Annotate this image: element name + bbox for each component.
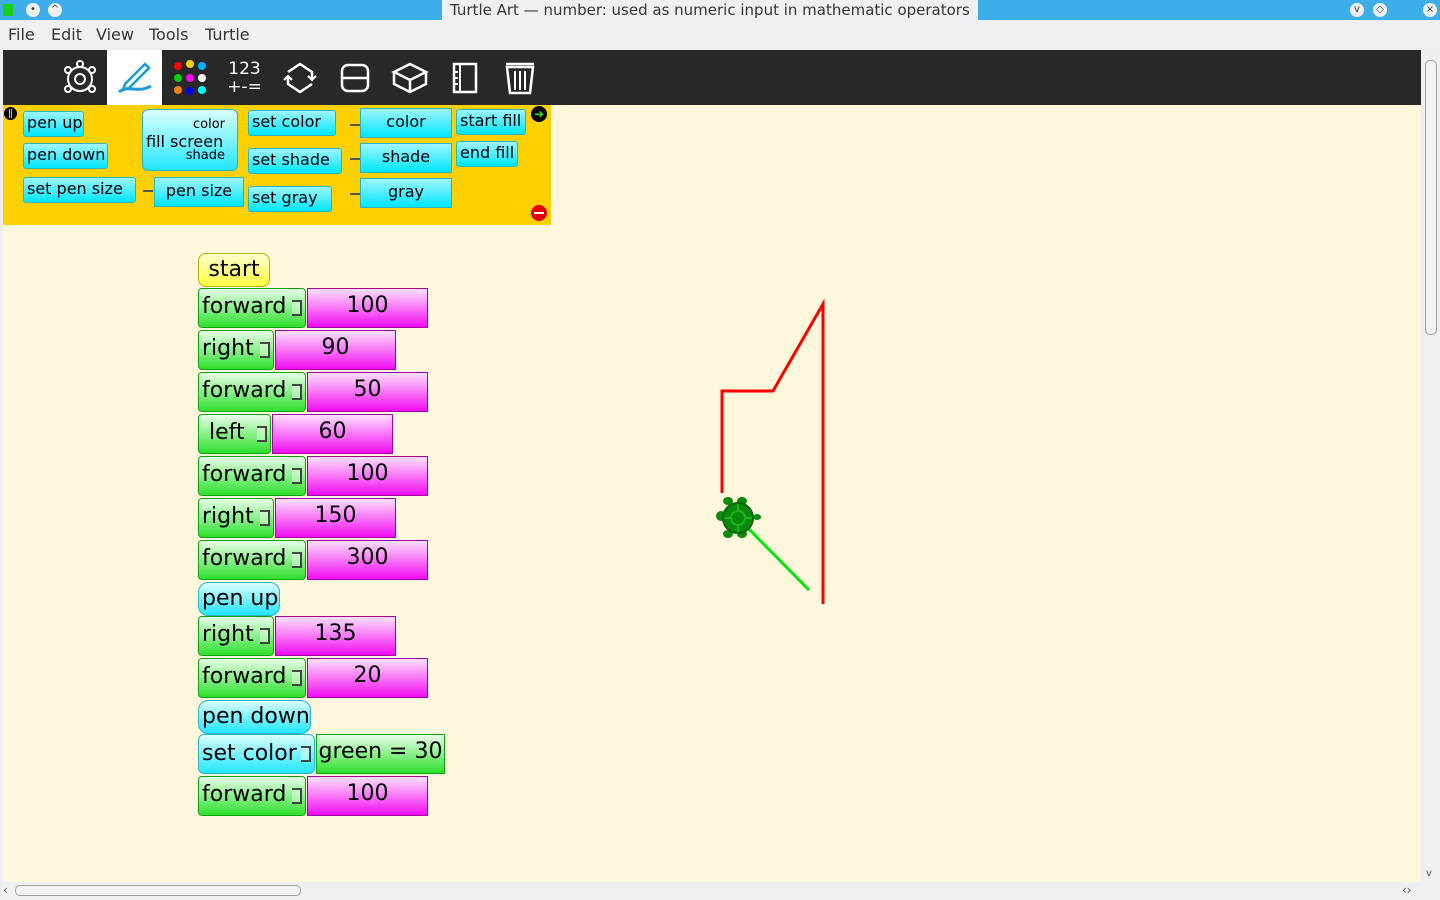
window-title: Turtle Art — number: used as numeric inp… [442, 0, 978, 20]
pen-palette-button[interactable] [107, 50, 162, 105]
set-color-block[interactable]: set color [198, 734, 315, 774]
trash-icon [505, 62, 534, 94]
palette-shade[interactable]: shade [360, 143, 452, 173]
menu-icon[interactable]: • [26, 3, 40, 17]
palette-orientation-button[interactable]: ǁ [4, 107, 17, 120]
keep-above-icon[interactable]: ^ [48, 3, 62, 17]
palette-fill-screen[interactable]: color fill screen shade [142, 109, 238, 171]
menu-view[interactable]: View [96, 25, 134, 44]
flow-palette-button[interactable] [272, 50, 327, 105]
connector [350, 193, 360, 195]
palette-pen-size[interactable]: pen size [154, 177, 244, 207]
number-block[interactable]: 50 [307, 372, 428, 412]
number-block[interactable]: 150 [275, 498, 396, 538]
turtle-icon [63, 59, 96, 93]
palette-color[interactable]: color [360, 108, 452, 138]
blocks-palette-button[interactable] [327, 50, 382, 105]
notebook-icon [452, 62, 477, 93]
number-block[interactable]: 100 [307, 288, 428, 328]
box-icon [390, 62, 429, 93]
pen-down-block[interactable]: pen down [198, 700, 311, 734]
socket [292, 384, 302, 400]
number-block[interactable]: 100 [307, 456, 428, 496]
socket [292, 468, 302, 484]
socket [260, 510, 270, 526]
palette-pen-down[interactable]: pen down [23, 143, 108, 169]
socket [260, 342, 270, 358]
menu-file[interactable]: File [8, 25, 35, 44]
maximize-icon[interactable]: ◇ [1373, 3, 1387, 17]
minimize-icon[interactable]: v [1350, 3, 1364, 17]
vertical-scrollbar-thumb[interactable] [1425, 60, 1437, 335]
number-block[interactable]: 20 [307, 658, 428, 698]
palette-set-color[interactable]: set color [248, 110, 336, 136]
numbers-label-top: 123 [228, 58, 261, 79]
scroll-right-arrow-icon[interactable]: ‹› [1402, 883, 1412, 897]
canvas[interactable]: ǁ pen up pen down set pen size pen size … [3, 105, 1421, 882]
connector [350, 124, 360, 126]
connector [143, 190, 153, 192]
forward-block[interactable]: forward [198, 540, 306, 580]
blocks-icon [340, 63, 369, 92]
color-value-block[interactable]: green = 30 [316, 734, 445, 774]
number-block[interactable]: 100 [307, 776, 428, 816]
close-icon[interactable]: × [1423, 3, 1437, 17]
pen-up-block[interactable]: pen up [198, 582, 280, 616]
scroll-down-arrow-icon[interactable]: v [1426, 868, 1432, 879]
pen-palette: ǁ pen up pen down set pen size pen size … [3, 105, 551, 225]
menu-tools[interactable]: Tools [149, 25, 188, 44]
fill-screen-color-label: color [192, 117, 225, 132]
connector [350, 158, 360, 160]
extras-palette-button[interactable] [382, 50, 437, 105]
numbers-label-bottom: +-= [227, 76, 262, 97]
socket [257, 426, 267, 442]
socket [292, 670, 302, 686]
forward-block[interactable]: forward [198, 288, 306, 328]
menu-edit[interactable]: Edit [51, 25, 82, 44]
palette-start-fill[interactable]: start fill [456, 109, 526, 135]
colors-palette-button[interactable] [162, 50, 217, 105]
app-icon [3, 4, 13, 16]
forward-block[interactable]: forward [198, 456, 306, 496]
socket [292, 788, 302, 804]
palette-next-arrow-icon[interactable]: ➜ [531, 106, 547, 122]
socket [292, 552, 302, 568]
number-block[interactable]: 300 [307, 540, 428, 580]
palette-pen-up[interactable]: pen up [23, 111, 84, 137]
number-block[interactable]: 60 [272, 414, 393, 454]
portfolio-palette-button[interactable] [437, 50, 492, 105]
menu-turtle[interactable]: Turtle [205, 25, 250, 44]
palette-end-fill[interactable]: end fill [456, 141, 518, 167]
title-bar: • ^ Turtle Art — number: used as numeric… [0, 0, 1440, 20]
palette-set-shade[interactable]: set shade [248, 148, 342, 174]
flow-icon [282, 61, 317, 94]
socket [301, 746, 311, 762]
green-path [737, 517, 811, 592]
forward-block[interactable]: forward [198, 372, 306, 412]
number-block[interactable]: 135 [275, 616, 396, 656]
palette-set-pen-size[interactable]: set pen size [23, 177, 136, 203]
red-path [720, 298, 825, 604]
fill-screen-shade-label: shade [185, 148, 225, 163]
horizontal-scrollbar-thumb[interactable] [15, 885, 301, 896]
number-block[interactable]: 90 [275, 330, 396, 370]
palette-hide-icon[interactable] [531, 205, 547, 221]
scroll-left-arrow-icon[interactable]: ‹ [3, 883, 8, 897]
trash-palette-button[interactable] [492, 50, 547, 105]
turtle-sprite[interactable] [716, 497, 761, 538]
palette-gray[interactable]: gray [360, 178, 452, 208]
numbers-palette-button[interactable]: 123 +-= [217, 50, 272, 105]
socket [292, 300, 302, 316]
colors-icon [173, 59, 206, 95]
turtle-palette-button[interactable] [52, 50, 107, 105]
forward-block[interactable]: forward [198, 776, 306, 816]
pen-icon [117, 61, 152, 93]
forward-block[interactable]: forward [198, 658, 306, 698]
start-block[interactable]: start [198, 253, 270, 287]
menu-bar: File Edit View Tools Turtle [0, 20, 1440, 48]
palette-toolbar: 123 +-= [3, 50, 1421, 105]
palette-set-gray[interactable]: set gray [248, 186, 332, 212]
socket [260, 628, 270, 644]
